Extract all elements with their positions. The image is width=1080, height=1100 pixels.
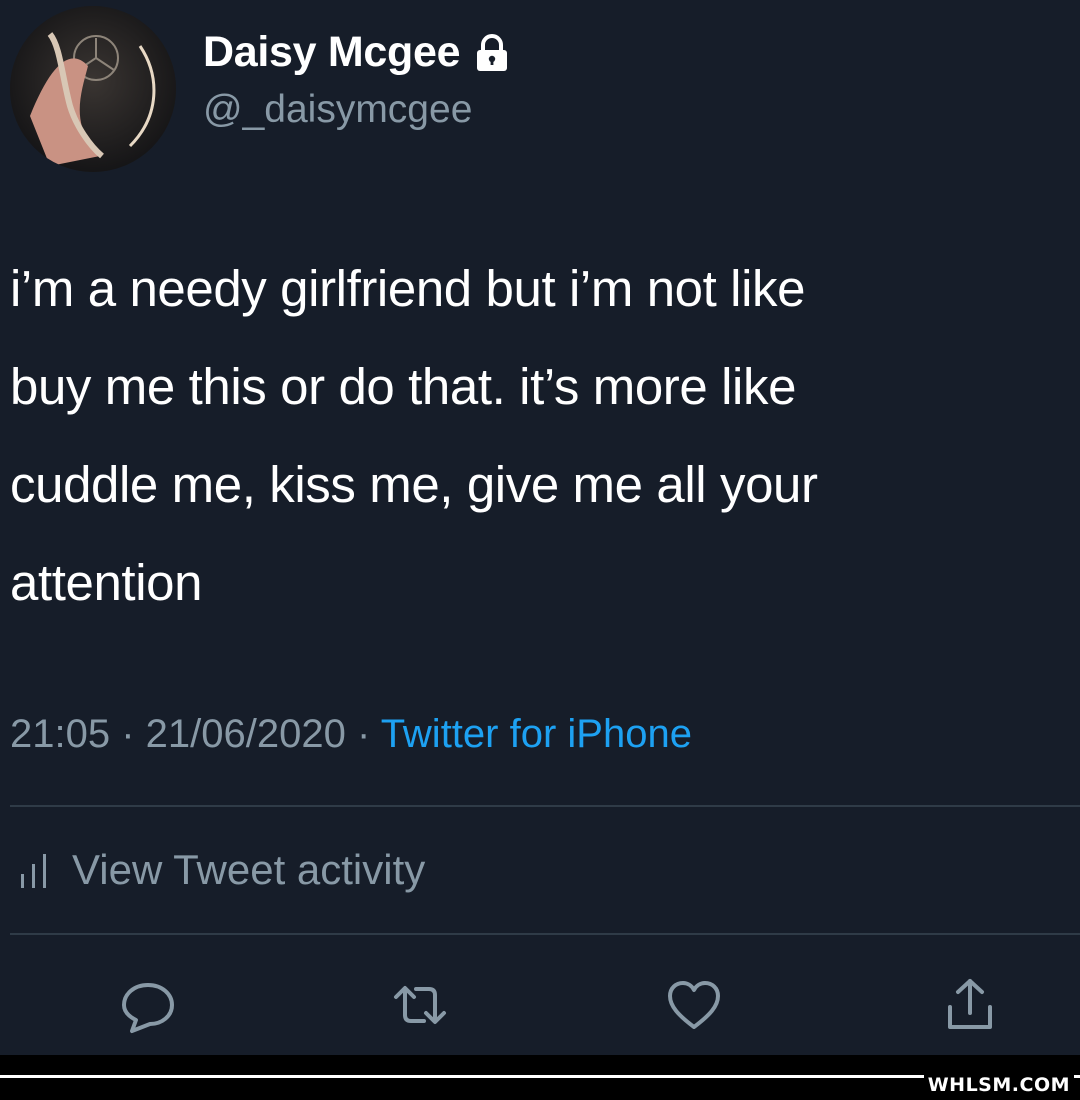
avatar-photo-icon	[10, 6, 176, 172]
view-tweet-activity-button[interactable]: View Tweet activity	[18, 846, 425, 894]
user-handle[interactable]: @_daisymcgee	[203, 88, 472, 132]
watermark: WHLSM.COM	[923, 1074, 1074, 1096]
share-button[interactable]	[935, 970, 1005, 1040]
watermark-bar: WHLSM.COM	[0, 1055, 1080, 1100]
like-button[interactable]	[659, 970, 729, 1040]
tweet-text-line: cuddle me, kiss me, give me all your	[10, 456, 818, 513]
tweet-meta: 21:05 · 21/06/2020 · Twitter for iPhone	[10, 712, 692, 757]
heart-icon	[668, 981, 720, 1029]
lock-icon	[477, 33, 508, 71]
meta-separator: ·	[345, 712, 381, 756]
display-name[interactable]: Daisy Mcgee	[203, 28, 512, 77]
tweet-time[interactable]: 21:05	[10, 712, 110, 756]
retweet-icon	[394, 986, 446, 1024]
meta-separator: ·	[110, 712, 146, 756]
reply-button[interactable]	[113, 970, 183, 1040]
tweet-screen: Daisy Mcgee @_daisymcgee i’m a needy gir…	[0, 0, 1080, 1100]
tweet-text-line: attention	[10, 554, 203, 611]
view-tweet-activity-label: View Tweet activity	[72, 846, 426, 893]
stats-icon	[21, 854, 46, 888]
share-icon	[948, 979, 992, 1029]
retweet-button[interactable]	[385, 970, 455, 1040]
avatar[interactable]	[10, 6, 176, 172]
tweet-date[interactable]: 21/06/2020	[146, 712, 346, 756]
watermark-divider	[0, 1075, 1080, 1078]
divider	[10, 933, 1080, 935]
tweet-text: i’m a needy girlfriend but i’m not like …	[10, 240, 1072, 632]
tweet-text-line: buy me this or do that. it’s more like	[10, 358, 797, 415]
tweet-action-bar	[0, 970, 1080, 1040]
tweet-text-line: i’m a needy girlfriend but i’m not like	[10, 260, 806, 317]
divider	[10, 805, 1080, 807]
display-name-text: Daisy Mcgee	[203, 28, 461, 76]
tweet-source-link[interactable]: Twitter for iPhone	[381, 712, 692, 756]
reply-icon	[122, 983, 174, 1033]
